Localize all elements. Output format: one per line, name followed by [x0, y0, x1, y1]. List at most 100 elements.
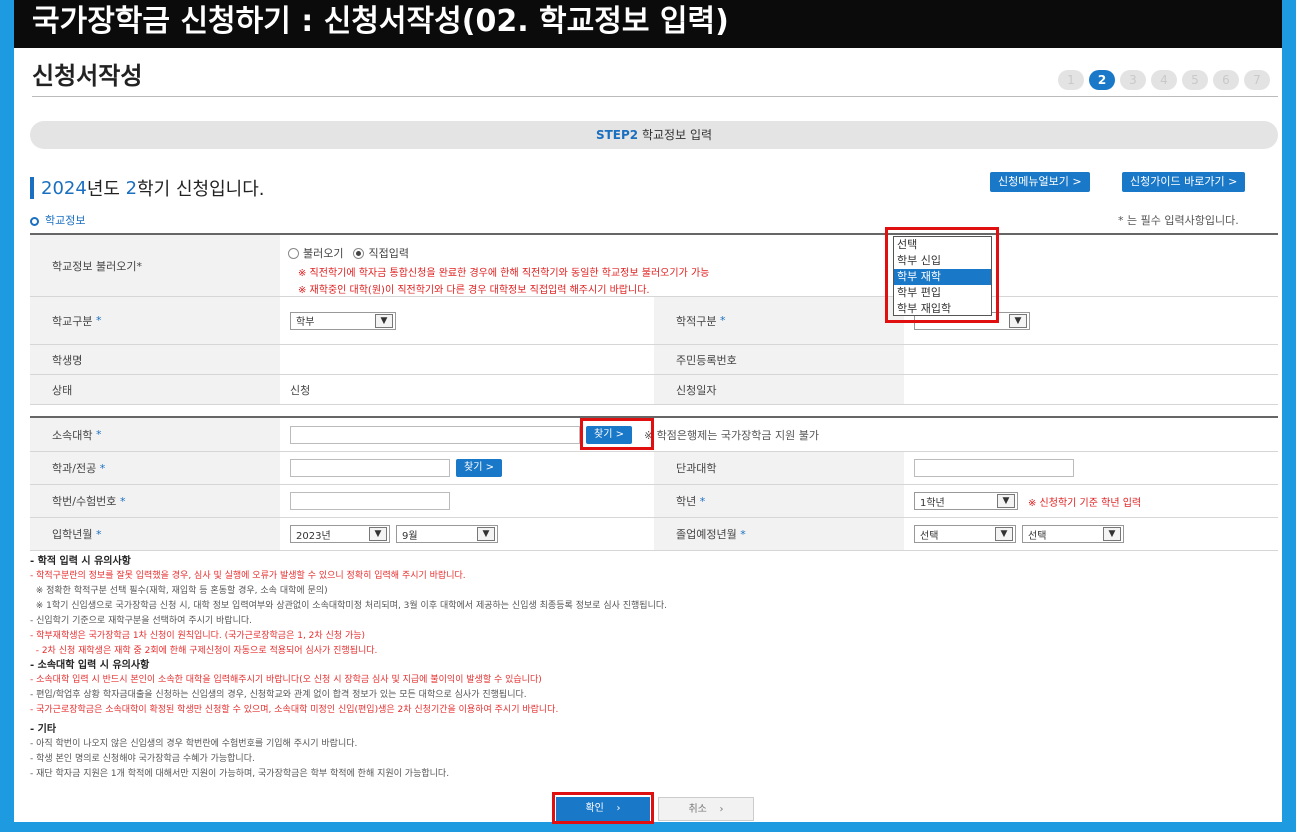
school-load-note2: ※ 재학중인 대학(원)이 직전학기와 다른 경우 대학정보 직접입력 해주시기…: [298, 285, 650, 296]
section-school-info: 학교정보: [30, 212, 85, 228]
table-row: 학번/수험번호 * 학년 * 1학년 ▼ ※ 신청학기 기준 학년 입력: [30, 485, 1278, 518]
school-info-table: 학교정보 불러오기* 불러오기 직접입력 ※ 직전학기에 학자금 통합신청을 완…: [30, 233, 1278, 405]
step-bar-step: STEP2: [595, 128, 639, 142]
resident-no-value: [904, 345, 1278, 374]
semester-year: 2024: [41, 177, 87, 199]
student-name-value: [280, 345, 654, 374]
step-2-active: 2: [1089, 70, 1115, 90]
table-row: 소속대학 * 찾기 > ※ 학점은행제는 국가장학금 지원 불가: [30, 418, 1278, 452]
college-label: 단과대학: [654, 452, 904, 484]
student-id-input[interactable]: [290, 492, 450, 510]
grade-note: ※ 신청학기 기준 학년 입력: [1028, 497, 1142, 509]
note-line: - 학부재학생은 국가장학금 1차 신청이 원칙입니다. (국가근로장학금은 1…: [30, 631, 366, 641]
grade-cell: 1학년 ▼ ※ 신청학기 기준 학년 입력: [904, 485, 1278, 517]
step-bar-label: 학교정보 입력: [641, 128, 713, 142]
school-type-cell: 학부 ▼: [280, 297, 654, 344]
table-row: 학교정보 불러오기* 불러오기 직접입력 ※ 직전학기에 학자금 통합신청을 완…: [30, 235, 1278, 297]
table-row: 입학년월 * 2023년 ▼ 9월 ▼ 졸업예정년월 * 선택 ▼ 선택 ▼: [30, 518, 1278, 551]
step-6: 6: [1213, 70, 1239, 90]
required-note: * 는 필수 입력사항입니다.: [1118, 214, 1239, 227]
notes-heading: - 기타: [30, 724, 57, 735]
chevron-down-icon: ▼: [997, 494, 1015, 508]
note-line: - 학적구분란의 정보를 잘못 입력했을 경우, 심사 및 실행에 오류가 발생…: [30, 571, 466, 581]
section-label: 학교정보: [45, 214, 86, 227]
radio-load[interactable]: [288, 247, 299, 259]
school-type-label: 학교구분 *: [30, 297, 280, 344]
dept-find-button[interactable]: 찾기 >: [456, 459, 502, 477]
table-row: 상태 신청 신청일자: [30, 375, 1278, 405]
chevron-down-icon: ▼: [1009, 313, 1027, 328]
table-row: 학과/전공 * 찾기 > 단과대학: [30, 452, 1278, 485]
admission-year-select[interactable]: 2023년 ▼: [290, 525, 390, 543]
student-name-label: 학생명: [30, 345, 280, 374]
university-input[interactable]: [290, 425, 580, 444]
note-line: - 2차 신청 재학생은 재학 중 2회에 한해 구제신청이 자동으로 적용되어…: [30, 646, 378, 656]
step-indicator: 1 2 3 4 5 6 7: [1058, 70, 1270, 90]
step-5: 5: [1182, 70, 1208, 90]
guide-button[interactable]: 신청가이드 바로가기 >: [1122, 172, 1246, 192]
college-cell: [904, 452, 1278, 484]
notes-heading: - 소속대학 입력 시 유의사항: [30, 660, 150, 671]
note-line: - 학생 본인 명의로 신청해야 국가장학금 수혜가 가능합니다.: [30, 754, 255, 764]
university-table: 소속대학 * 찾기 > ※ 학점은행제는 국가장학금 지원 불가 학과/전공 *…: [30, 416, 1278, 551]
admission-cell: 2023년 ▼ 9월 ▼: [280, 518, 654, 550]
status-value: 신청: [290, 383, 311, 397]
note-line: - 아직 학번이 나오지 않은 신입생의 경우 학번란에 수험번호를 기입해 주…: [30, 739, 358, 749]
table-row: 학교구분 * 학부 ▼ 학적구분 * ▼: [30, 297, 1278, 345]
chevron-down-icon: ▼: [477, 527, 495, 541]
step-3: 3: [1120, 70, 1146, 90]
note-line: - 국가근로장학금은 소속대학이 확정된 학생만 신청할 수 있으며, 소속대학…: [30, 705, 559, 715]
table-row: 학생명 주민등록번호: [30, 345, 1278, 375]
circle-icon: [30, 216, 39, 226]
semester-text1: 년도: [86, 179, 126, 200]
note-line: - 편입/학업후 상황 학자금대출을 신청하는 신입생의 경우, 신청학교와 관…: [30, 690, 527, 700]
step-4: 4: [1151, 70, 1177, 90]
school-type-select[interactable]: 학부 ▼: [290, 311, 396, 330]
notes-heading: - 학적 입력 시 유의사항: [30, 556, 131, 567]
graduation-month-select[interactable]: 선택 ▼: [1022, 525, 1124, 543]
radio-direct[interactable]: [353, 247, 365, 259]
step-7: 7: [1244, 70, 1270, 90]
page-title: 신청서작성: [32, 62, 143, 90]
resident-no-label: 주민등록번호: [654, 345, 904, 374]
school-load-label: 학교정보 불러오기*: [30, 235, 280, 296]
notes-university: - 소속대학 입력 시 유의사항 - 소속대학 입력 시 반드시 본인이 소속한…: [30, 658, 1270, 718]
highlight-box-confirm: [552, 792, 654, 824]
heading-bar: [30, 177, 34, 199]
student-id-label: 학번/수험번호 *: [30, 485, 280, 517]
note-line: ※ 정확한 학적구분 선택 필수(재학, 재입학 등 혼동할 경우, 소속 대학…: [30, 586, 328, 596]
dept-cell: 찾기 >: [280, 452, 654, 484]
note-line: - 소속대학 입력 시 반드시 본인이 소속한 대학을 입력해주시기 바랍니다(…: [30, 675, 542, 685]
manual-button[interactable]: 신청메뉴얼보기 >: [990, 172, 1090, 192]
semester-text2: 학기 신청입니다.: [137, 179, 265, 200]
apply-date-label: 신청일자: [654, 375, 904, 404]
admission-month-select[interactable]: 9월 ▼: [396, 525, 498, 543]
radio-load-label: 불러오기: [303, 247, 344, 260]
academic-type-label: 학적구분 *: [654, 297, 904, 344]
note-line: ※ 1학기 신입생으로 국가장학금 신청 시, 대학 정보 입력여부와 상관없이…: [30, 601, 667, 611]
radio-direct-label: 직접입력: [368, 247, 409, 260]
grade-label: 학년 *: [654, 485, 904, 517]
step-bar: STEP2 학교정보 입력: [30, 121, 1278, 149]
graduation-cell: 선택 ▼ 선택 ▼: [904, 518, 1278, 550]
semester-term: 2: [125, 177, 138, 199]
college-input[interactable]: [914, 459, 1074, 477]
note-line: - 신입학기 기준으로 재학구분을 선택하여 주시기 바랍니다.: [30, 616, 252, 626]
step-1: 1: [1058, 70, 1084, 90]
highlight-box-dropdown: [885, 227, 999, 323]
student-id-cell: [280, 485, 654, 517]
dept-input[interactable]: [290, 459, 450, 477]
notes-academic: - 학적 입력 시 유의사항 - 학적구분란의 정보를 잘못 입력했을 경우, …: [30, 554, 1270, 659]
semester-heading: 2024 년도 2 학기 신청입니다.: [30, 175, 264, 201]
grade-select[interactable]: 1학년 ▼: [914, 492, 1018, 510]
graduation-year-select[interactable]: 선택 ▼: [914, 525, 1016, 543]
school-load-note1: ※ 직전학기에 학자금 통합신청을 완료한 경우에 한해 직전학기와 동일한 학…: [298, 268, 710, 279]
chevron-down-icon: ▼: [995, 527, 1013, 541]
cancel-button[interactable]: 취소 ›: [658, 797, 754, 821]
note-line: - 재단 학자금 지원은 1개 학적에 대해서만 지원이 가능하며, 국가장학금…: [30, 769, 450, 779]
school-load-cell: 불러오기 직접입력 ※ 직전학기에 학자금 통합신청을 완료한 경우에 한해 직…: [288, 235, 928, 296]
chevron-down-icon: ▼: [1103, 527, 1121, 541]
apply-date-value: [904, 375, 1278, 404]
notes-etc: - 기타 - 아직 학번이 나오지 않은 신입생의 경우 학번란에 수험번호를 …: [30, 722, 1270, 782]
admission-label: 입학년월 *: [30, 518, 280, 550]
